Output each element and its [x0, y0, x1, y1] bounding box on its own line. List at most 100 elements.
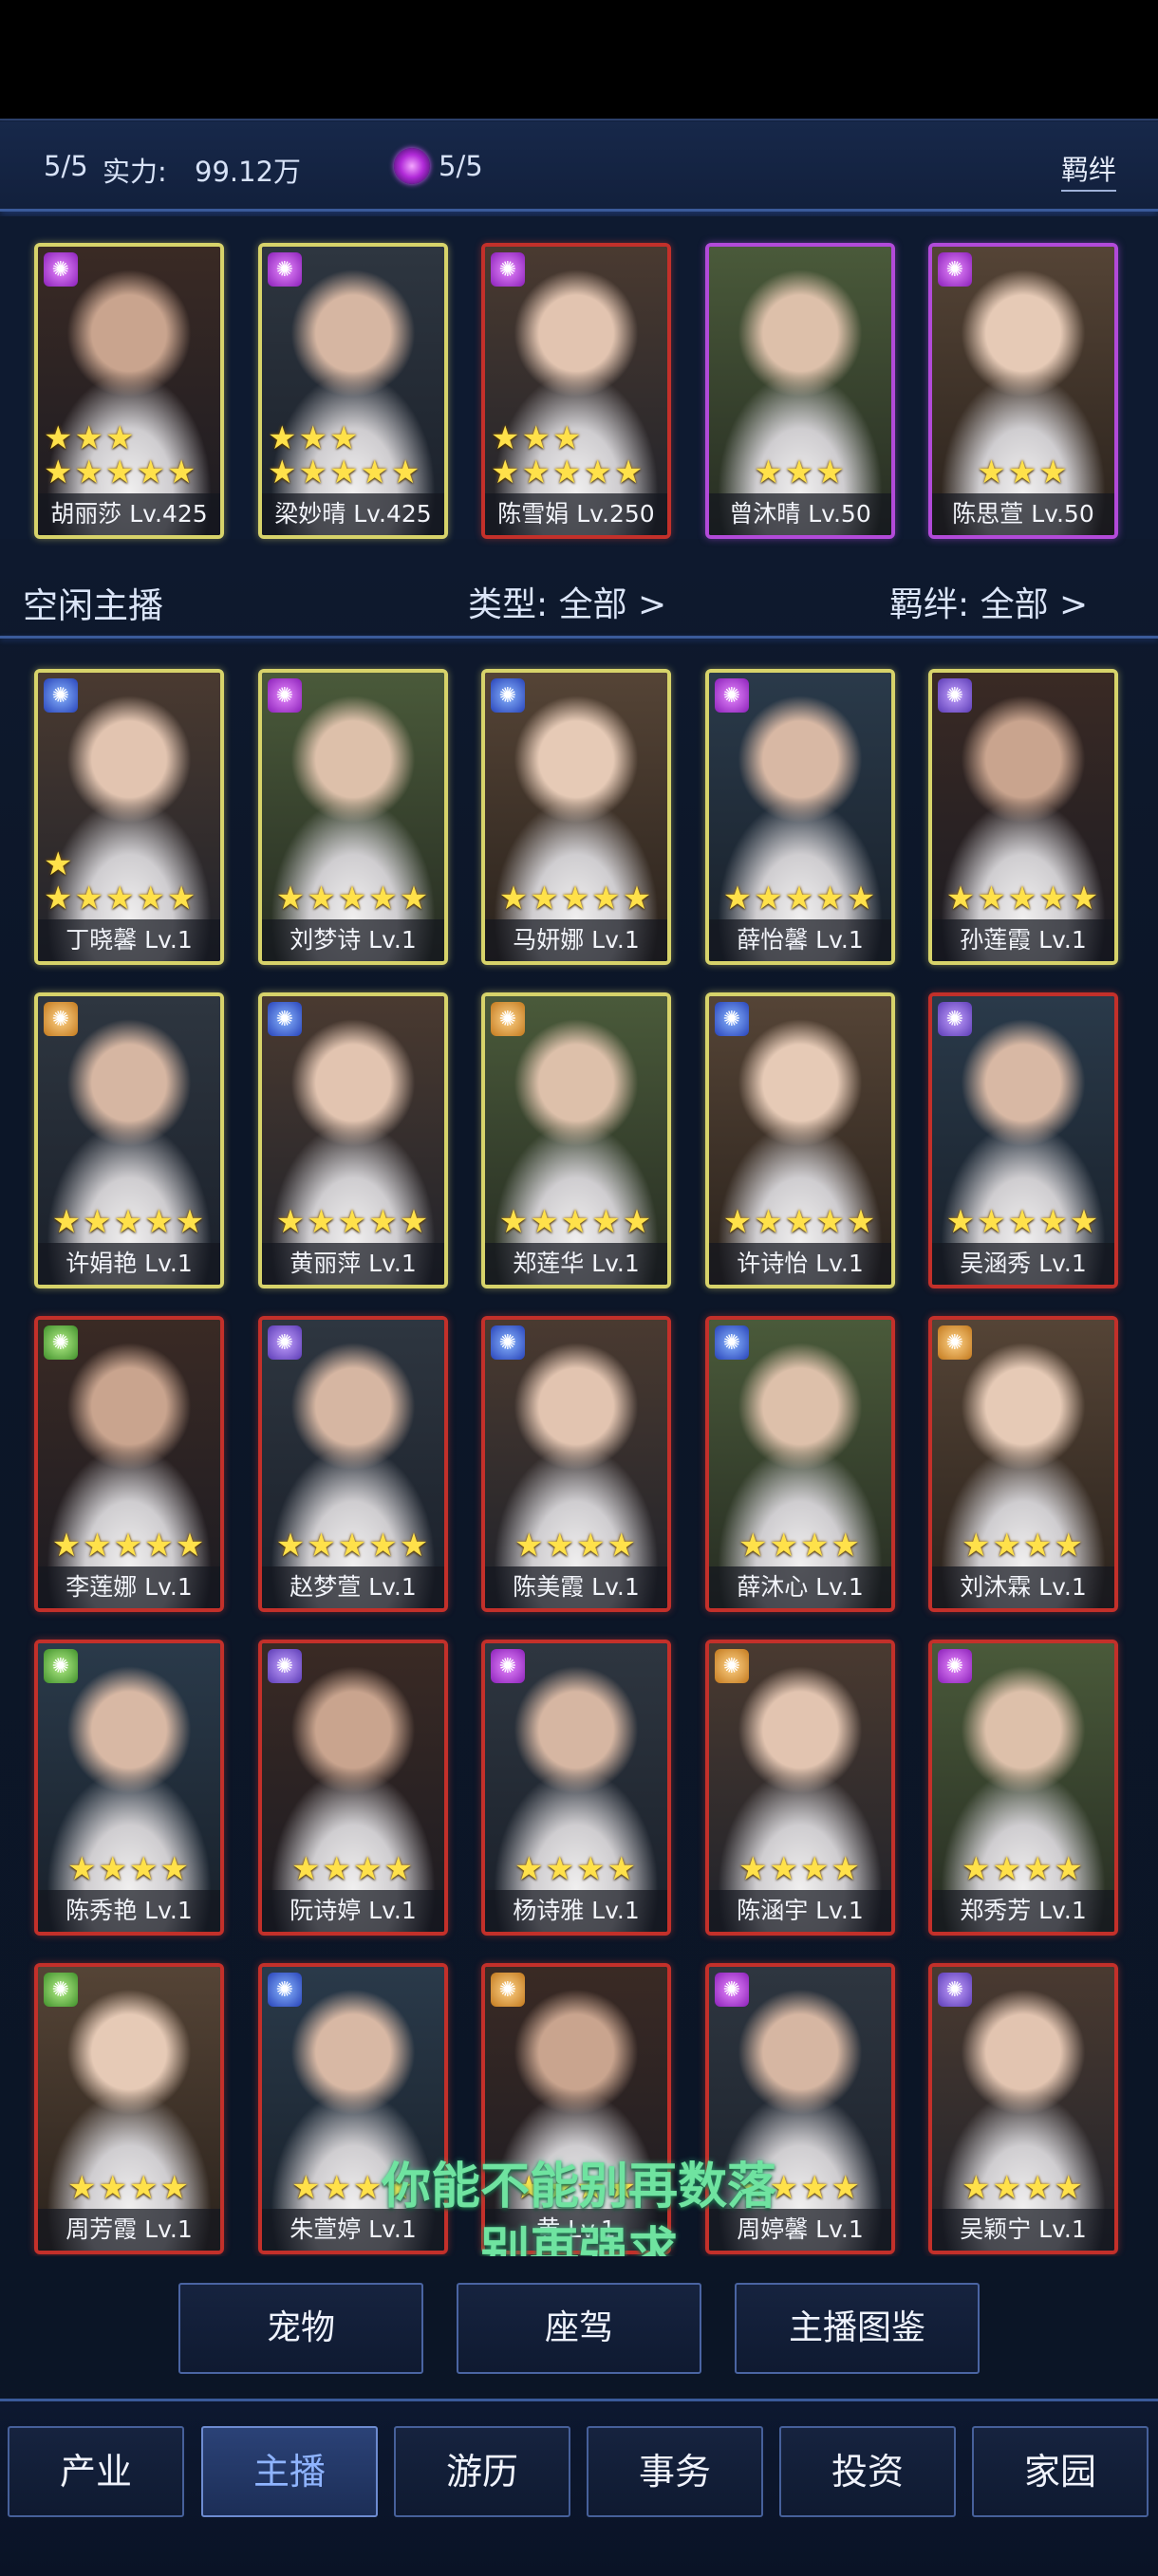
bond-filter[interactable]: 羁绊: 全部 >	[889, 577, 1088, 626]
idle-host-card[interactable]: ✺ ★★★★ 薛沐心 Lv.1	[705, 1316, 895, 1612]
section-divider	[0, 636, 1158, 639]
star-rating: ★★★	[977, 454, 1070, 491]
portrait-image	[709, 1643, 891, 1932]
portrait-image	[38, 1320, 220, 1608]
rarity-badge-icon: ✺	[268, 1649, 302, 1683]
star-rating: ★★★★★	[51, 1527, 207, 1565]
portrait-image	[485, 1643, 667, 1932]
rarity-badge-icon: ✺	[268, 1002, 302, 1036]
idle-host-card[interactable]: ✺ ★★★★ 郑秀芳 Lv.1	[928, 1640, 1118, 1936]
star-rating: ★★★★★	[722, 1203, 878, 1241]
idle-host-card[interactable]: ✺ ★★★★ 杨诗雅 Lv.1	[481, 1640, 671, 1936]
star-rating: ★★★★	[67, 1850, 191, 1888]
rarity-badge-icon: ✺	[44, 1325, 78, 1360]
host-nameplate: 李莲娜 Lv.1	[38, 1566, 220, 1608]
host-nameplate: 陈秀艳 Lv.1	[38, 1890, 220, 1932]
idle-host-card[interactable]: ✺ ★ ★★★★★ 丁晓馨 Lv.1	[34, 669, 224, 965]
idle-host-card[interactable]: ✺ ★★★★★ 许诗怡 Lv.1	[705, 992, 895, 1288]
idle-host-card[interactable]: ✺ ★★★★★ 薛怡馨 Lv.1	[705, 669, 895, 965]
team-member-card[interactable]: ✺ ★★★ ★★★★★ 胡丽莎 Lv.425	[34, 243, 224, 539]
nav-travel[interactable]: 游历	[394, 2426, 570, 2517]
star-rating: ★★★	[754, 454, 847, 491]
type-filter[interactable]: 类型: 全部 >	[468, 577, 666, 626]
idle-host-card[interactable]: ✺ ★★★★ 陈涵宇 Lv.1	[705, 1640, 895, 1936]
idle-host-card[interactable]: ✺ ★★★★ 刘沐霖 Lv.1	[928, 1316, 1118, 1612]
nav-industry[interactable]: 产业	[8, 2426, 184, 2517]
rarity-badge-icon: ✺	[715, 1002, 749, 1036]
star-rating: ★★★★	[962, 1527, 1085, 1565]
rarity-badge-icon: ✺	[938, 1973, 972, 2007]
nav-home[interactable]: 家园	[972, 2426, 1149, 2517]
gem-count: 5/5	[439, 150, 483, 182]
portrait-image	[932, 1320, 1114, 1608]
status-bar-area	[0, 0, 1158, 119]
portrait-image	[932, 1643, 1114, 1932]
host-nameplate: 郑秀芳 Lv.1	[932, 1890, 1114, 1932]
portrait-image	[709, 996, 891, 1285]
host-gallery-button[interactable]: 主播图鉴	[735, 2283, 980, 2374]
rarity-badge-icon: ✺	[44, 1973, 78, 2007]
host-nameplate: 孙莲霞 Lv.1	[932, 919, 1114, 961]
idle-host-card[interactable]: ✺ ★★★★★ 李莲娜 Lv.1	[34, 1316, 224, 1612]
star-rating: ★★★★	[291, 1850, 415, 1888]
team-member-card[interactable]: ★★★ 曾沐晴 Lv.50	[705, 243, 895, 539]
idle-host-card[interactable]: ✺ ★★★★★ 赵梦萱 Lv.1	[258, 1316, 448, 1612]
rarity-badge-icon: ✺	[491, 1002, 525, 1036]
portrait-image	[709, 247, 891, 535]
host-nameplate: 薛怡馨 Lv.1	[709, 919, 891, 961]
host-nameplate: 许娟艳 Lv.1	[38, 1243, 220, 1285]
team-member-card[interactable]: ✺ ★★★ ★★★★★ 梁妙晴 Lv.425	[258, 243, 448, 539]
star-rating: ★★★★	[514, 1850, 638, 1888]
idle-host-card[interactable]: ✺ ★★★★★ 孙莲霞 Lv.1	[928, 669, 1118, 965]
team-member-card[interactable]: ✺ ★★★ ★★★★★ 陈雪娟 Lv.250	[481, 243, 671, 539]
rarity-badge-icon: ✺	[491, 1973, 525, 2007]
idle-host-card[interactable]: ✺ ★★★★★ 刘梦诗 Lv.1	[258, 669, 448, 965]
idle-host-card[interactable]: ✺ ★★★★★ 郑莲华 Lv.1	[481, 992, 671, 1288]
star-rating: ★★★ ★★★★★	[491, 419, 645, 491]
star-rating: ★★★★★	[498, 880, 654, 917]
host-nameplate: 赵梦萱 Lv.1	[262, 1566, 444, 1608]
host-nameplate: 陈美霞 Lv.1	[485, 1566, 667, 1608]
host-nameplate: 刘梦诗 Lv.1	[262, 919, 444, 961]
star-rating: ★★★ ★★★★★	[268, 419, 422, 491]
portrait-image	[262, 673, 444, 961]
nav-host[interactable]: 主播	[201, 2426, 378, 2517]
star-rating: ★★★★★	[945, 1203, 1101, 1241]
portrait-image	[262, 1320, 444, 1608]
rarity-badge-icon: ✺	[268, 252, 302, 287]
rarity-badge-icon: ✺	[938, 1325, 972, 1360]
idle-host-card[interactable]: ✺ ★★★★ 陈秀艳 Lv.1	[34, 1640, 224, 1936]
team-member-card[interactable]: ✺ ★★★ 陈思萱 Lv.50	[928, 243, 1118, 539]
idle-host-card[interactable]: ✺ ★★★★★ 黄丽萍 Lv.1	[258, 992, 448, 1288]
rarity-badge-icon: ✺	[491, 1325, 525, 1360]
vehicle-button[interactable]: 座驾	[457, 2283, 701, 2374]
portrait-image	[38, 996, 220, 1285]
rarity-badge-icon: ✺	[268, 1973, 302, 2007]
idle-host-card[interactable]: ✺ ★★★★ 陈美霞 Lv.1	[481, 1316, 671, 1612]
portrait-image	[485, 247, 667, 535]
portrait-image	[262, 996, 444, 1285]
idle-host-card[interactable]: ✺ ★★★★★ 吴涵秀 Lv.1	[928, 992, 1118, 1288]
portrait-image	[38, 1643, 220, 1932]
star-rating: ★★★ ★★★★★	[44, 419, 198, 491]
host-nameplate: 杨诗雅 Lv.1	[485, 1890, 667, 1932]
host-nameplate: 郑莲华 Lv.1	[485, 1243, 667, 1285]
host-nameplate: 陈雪娟 Lv.250	[485, 493, 667, 535]
pet-button[interactable]: 宠物	[178, 2283, 423, 2374]
portrait-image	[485, 673, 667, 961]
nav-affairs[interactable]: 事务	[587, 2426, 763, 2517]
host-nameplate: 曾沐晴 Lv.50	[709, 493, 891, 535]
host-nameplate: 黄丽萍 Lv.1	[262, 1243, 444, 1285]
rarity-badge-icon: ✺	[44, 1649, 78, 1683]
star-rating: ★★★★★	[275, 880, 431, 917]
nav-investment[interactable]: 投资	[779, 2426, 956, 2517]
portrait-image	[262, 247, 444, 535]
portrait-image	[709, 1320, 891, 1608]
host-nameplate: 吴涵秀 Lv.1	[932, 1243, 1114, 1285]
rarity-badge-icon: ✺	[938, 678, 972, 713]
idle-host-card[interactable]: ✺ ★★★★★ 许娟艳 Lv.1	[34, 992, 224, 1288]
portrait-image	[932, 247, 1114, 535]
idle-host-card[interactable]: ✺ ★★★★★ 马妍娜 Lv.1	[481, 669, 671, 965]
bond-button[interactable]: 羁绊	[1061, 148, 1117, 192]
idle-host-card[interactable]: ✺ ★★★★ 阮诗婷 Lv.1	[258, 1640, 448, 1936]
